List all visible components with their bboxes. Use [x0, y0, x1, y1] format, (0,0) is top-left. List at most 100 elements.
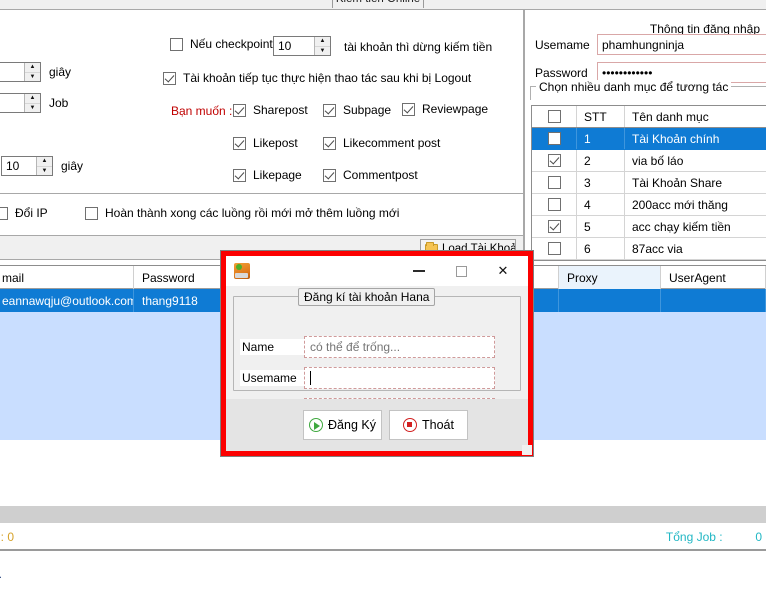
continue-after-logout-label: Tài khoản tiếp tục thực hiện thao tác sa…	[183, 71, 472, 85]
register-hana-dialog[interactable]: ✕ Đăng kí tài khoản Hana Name Usemame Pa…	[221, 251, 533, 456]
checkpoint-option[interactable]: Nếu checkpoint	[170, 37, 273, 51]
row-checkbox-cell[interactable]	[532, 150, 577, 171]
row-checkbox-cell[interactable]	[532, 238, 577, 259]
option-commentpost[interactable]: Commentpost	[323, 168, 418, 182]
wait-seconds-stepper[interactable]: 10 ▲ ▼	[1, 156, 53, 176]
close-button[interactable]: ✕	[482, 257, 524, 285]
stepper-buttons[interactable]: ▲ ▼	[24, 94, 40, 112]
want-label: Bạn muốn :	[171, 104, 233, 118]
likepost-checkbox[interactable]	[233, 136, 246, 150]
name-input[interactable]	[304, 336, 495, 358]
option-sharepost[interactable]: Sharepost	[233, 103, 308, 117]
select-all-cell[interactable]	[532, 106, 577, 127]
table-row[interactable]: 1 Tài Khoản chính	[532, 128, 766, 150]
commentpost-checkbox[interactable]	[323, 168, 336, 182]
username-label: Usemame	[240, 370, 304, 386]
stepper-buttons[interactable]: ▲ ▼	[36, 157, 52, 175]
change-ip-checkbox[interactable]	[0, 206, 8, 220]
delay-seconds-row: ▲ ▼ giây	[0, 62, 71, 82]
continue-after-logout-checkbox[interactable]	[163, 71, 176, 85]
table-row[interactable]: 6 87acc via	[532, 238, 766, 260]
continue-after-logout-option[interactable]: Tài khoản tiếp tục thực hiện thao tác sa…	[163, 71, 471, 85]
delay-seconds-unit: giây	[49, 65, 72, 79]
table-row[interactable]: 5 acc chạy kiếm tiền	[532, 216, 766, 238]
option-change-ip[interactable]: Đổi IP	[0, 206, 48, 220]
dialog-title-bar[interactable]: ✕	[226, 256, 528, 286]
row-checkbox[interactable]	[547, 154, 561, 167]
row-stt: 3	[577, 172, 625, 193]
row-checkbox[interactable]	[547, 198, 561, 211]
row-stt: 2	[577, 150, 625, 171]
tab-kiem-tien-online[interactable]: Kiếm tiền Online	[332, 0, 424, 8]
column-proxy: Proxy	[559, 266, 661, 289]
option-likecomment-post[interactable]: Likecomment post	[323, 136, 440, 150]
reviewpage-label: Reviewpage	[422, 102, 489, 116]
play-icon	[309, 418, 324, 432]
row-category-name: 87acc via	[632, 241, 683, 256]
table-row[interactable]: 4 200acc mới thăng	[532, 194, 766, 216]
option-reviewpage[interactable]: Reviewpage	[402, 102, 488, 116]
settings-panel: ▲ ▼ giây ▲ ▼ Job 10 ▲ ▼ giây Nếu checkpoint…	[0, 9, 524, 194]
likecomment-post-checkbox[interactable]	[323, 136, 336, 150]
row-stt: 1	[577, 128, 625, 149]
maximize-button[interactable]	[440, 257, 482, 285]
wait-seconds-unit: giây	[61, 159, 84, 173]
job-count-stepper[interactable]: ▲ ▼	[0, 93, 41, 113]
status-total-job-value: 0	[755, 530, 762, 544]
finish-threads-checkbox[interactable]	[85, 206, 98, 220]
top-tab-strip: Kiếm tiền Online	[0, 0, 766, 9]
sharepost-checkbox[interactable]	[233, 103, 246, 117]
subpage-checkbox[interactable]	[323, 103, 336, 117]
finish-threads-label: Hoàn thành xong các luồng rồi mới mở thê…	[105, 206, 400, 220]
option-likepost[interactable]: Likepost	[233, 136, 298, 150]
close-icon: ✕	[497, 263, 509, 278]
resize-grip[interactable]	[522, 445, 532, 455]
exit-button[interactable]: Thoát	[389, 410, 468, 440]
username-input[interactable]	[597, 34, 766, 55]
row-checkbox-cell[interactable]	[532, 216, 577, 237]
likepost-label: Likepost	[253, 136, 298, 150]
row-stt: 4	[577, 194, 625, 215]
row-category-name: 200acc mới thăng	[632, 197, 728, 212]
row-checkbox[interactable]	[547, 220, 561, 233]
register-button-label: Đăng Ký	[328, 418, 376, 432]
commentpost-label: Commentpost	[343, 168, 418, 182]
status-total-job: Tổng Job : 0	[666, 530, 762, 544]
category-grid[interactable]: STT Tên danh mục 1 Tài Khoản chính 2 via…	[531, 105, 766, 261]
option-finish-threads[interactable]: Hoàn thành xong các luồng rồi mới mở thê…	[85, 206, 399, 220]
select-all-checkbox[interactable]	[547, 110, 561, 123]
row-checkbox-cell[interactable]	[532, 172, 577, 193]
name-label: Name	[240, 339, 304, 355]
stepper-buttons[interactable]: ▲ ▼	[314, 37, 330, 55]
table-row[interactable]: 2 via bố láo	[532, 150, 766, 172]
row-checkbox-cell[interactable]	[532, 194, 577, 215]
checkpoint-suffix: tài khoản thì dừng kiếm tiền	[344, 40, 493, 54]
table-row[interactable]: 3 Tài Khoản Share	[532, 172, 766, 194]
minimize-button[interactable]	[398, 257, 440, 285]
status-total-job-label: Tổng Job :	[665, 530, 723, 544]
row-checkbox[interactable]	[547, 176, 561, 189]
checkpoint-checkbox[interactable]	[170, 37, 183, 51]
row-checkbox[interactable]	[547, 132, 561, 145]
username-label: Usemame	[535, 37, 590, 52]
likepage-checkbox[interactable]	[233, 168, 246, 182]
row-checkbox[interactable]	[547, 242, 561, 255]
cell-mail: eannawqju@outlook.com	[0, 289, 134, 312]
column-category-name: Tên danh mục	[632, 109, 709, 124]
row-category-name: via bố láo	[632, 153, 684, 168]
password-label: Password	[535, 65, 588, 80]
username-field-row: Usemame	[240, 367, 495, 389]
register-button[interactable]: Đăng Ký	[303, 410, 382, 440]
username-input[interactable]	[304, 367, 495, 389]
row-checkbox-cell[interactable]	[532, 128, 577, 149]
reviewpage-checkbox[interactable]	[402, 102, 415, 116]
status-strip	[0, 505, 766, 523]
option-subpage[interactable]: Subpage	[323, 103, 391, 117]
checkpoint-count-stepper[interactable]: 10 ▲ ▼	[273, 36, 331, 56]
delay-seconds-stepper[interactable]: ▲ ▼	[0, 62, 41, 82]
stepper-buttons[interactable]: ▲ ▼	[24, 63, 40, 81]
bottom-text-fragment: i.	[0, 567, 2, 581]
option-likepage[interactable]: Likepage	[233, 168, 302, 182]
cell-useragent	[661, 289, 766, 312]
subpage-label: Subpage	[343, 103, 392, 117]
